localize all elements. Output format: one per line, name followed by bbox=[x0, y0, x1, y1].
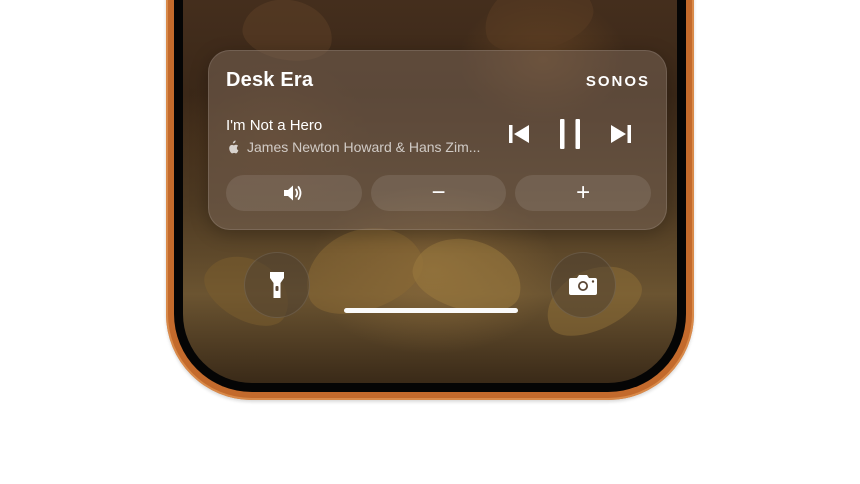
phone-bezel: Desk Era SONOS I'm Not a Hero James Newt… bbox=[174, 0, 686, 392]
volume-up-button[interactable]: + bbox=[515, 175, 652, 211]
artist-row: James Newton Howard & Hans Zim... bbox=[226, 139, 506, 155]
flashlight-icon bbox=[270, 272, 284, 298]
apple-icon bbox=[229, 139, 239, 153]
volume-controls: − + bbox=[226, 175, 652, 211]
brand-logo: SONOS bbox=[585, 73, 650, 90]
previous-track-button[interactable] bbox=[505, 121, 533, 147]
camera-icon bbox=[569, 275, 597, 295]
artist-name: James Newton Howard & Hans Zim... bbox=[247, 139, 481, 155]
pause-button[interactable] bbox=[556, 117, 584, 151]
flashlight-button[interactable] bbox=[244, 252, 310, 318]
next-track-icon bbox=[611, 125, 631, 143]
speaker-volume-icon bbox=[283, 185, 302, 201]
track-title: I'm Not a Hero bbox=[226, 117, 323, 134]
volume-down-button[interactable]: − bbox=[370, 175, 507, 211]
camera-button[interactable] bbox=[550, 252, 616, 318]
phone-frame: Desk Era SONOS I'm Not a Hero James Newt… bbox=[166, 0, 694, 400]
now-playing-widget[interactable]: Desk Era SONOS I'm Not a Hero James Newt… bbox=[208, 50, 667, 230]
volume-button[interactable] bbox=[226, 175, 362, 211]
pause-icon bbox=[560, 119, 580, 149]
room-name: Desk Era bbox=[226, 69, 314, 91]
lock-screen: Desk Era SONOS I'm Not a Hero James Newt… bbox=[183, 0, 677, 383]
home-indicator[interactable] bbox=[344, 308, 518, 313]
next-track-button[interactable] bbox=[607, 121, 635, 147]
previous-track-icon bbox=[509, 125, 529, 143]
